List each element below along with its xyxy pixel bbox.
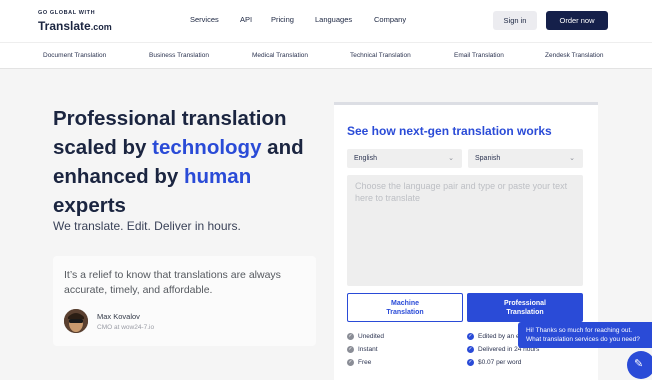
service-subnav: Document Translation Business Translatio… xyxy=(0,42,652,69)
sign-in-button[interactable]: Sign in xyxy=(493,11,537,30)
chat-icon: ✎ xyxy=(634,358,644,370)
check-circle-icon: ✓ xyxy=(347,359,354,366)
nav-services[interactable]: Services xyxy=(190,15,219,24)
testimonial-role: CMO at wow24-7.io xyxy=(97,324,155,331)
logo-suffix: .com xyxy=(90,22,112,32)
hero-title-highlight: technology xyxy=(152,136,262,159)
logo-tagline: GO GLOBAL WITH xyxy=(38,10,96,16)
site-logo[interactable]: GO GLOBAL WITH Translate.com xyxy=(38,10,112,35)
logo-name: Translate xyxy=(38,19,91,33)
chat-greeting-line: Hi! Thanks so much for reaching out. xyxy=(526,327,633,334)
nav-api[interactable]: API xyxy=(240,15,252,24)
check-circle-icon: ✓ xyxy=(467,346,474,353)
pro-label-line-1: Professional xyxy=(503,299,546,307)
check-circle-icon: ✓ xyxy=(467,359,474,366)
nav-languages[interactable]: Languages xyxy=(315,15,352,24)
subnav-business-translation[interactable]: Business Translation xyxy=(149,52,209,59)
source-language-value: English xyxy=(354,155,377,162)
hero-title-part: experts xyxy=(53,194,126,217)
nav-company[interactable]: Company xyxy=(374,15,406,24)
machine-label-line-2: Translation xyxy=(386,308,424,316)
machine-label-line-1: Machine xyxy=(390,299,419,307)
subnav-document-translation[interactable]: Document Translation xyxy=(43,52,106,59)
pro-label-line-2: Translation xyxy=(506,308,544,316)
chevron-down-icon: ⌄ xyxy=(448,155,454,162)
target-language-select[interactable]: Spanish ⌄ xyxy=(468,149,583,168)
chat-launcher-button[interactable]: ✎ xyxy=(627,351,652,379)
nav-pricing[interactable]: Pricing xyxy=(271,15,294,24)
testimonial-name: Max Kovalov xyxy=(97,312,140,321)
check-circle-icon: ✓ xyxy=(347,333,354,340)
hero-title: Professional translation scaled by techn… xyxy=(53,104,328,220)
chevron-down-icon: ⌄ xyxy=(569,155,575,162)
check-circle-icon: ✓ xyxy=(467,333,474,340)
avatar xyxy=(64,309,88,333)
professional-translation-button[interactable]: Professional Translation xyxy=(467,293,583,322)
subnav-medical-translation[interactable]: Medical Translation xyxy=(252,52,308,59)
source-text-input[interactable] xyxy=(347,175,583,286)
chat-greeting-bubble[interactable]: Hi! Thanks so much for reaching out. Wha… xyxy=(518,322,652,348)
testimonial-quote: It’s a relief to know that translations … xyxy=(64,269,281,296)
widget-title: See how next-gen translation works xyxy=(347,124,552,138)
hero-title-highlight: human xyxy=(184,165,252,188)
order-now-button[interactable]: Order now xyxy=(546,11,608,30)
machine-translation-button[interactable]: Machine Translation xyxy=(347,293,463,322)
hero-subtitle: We translate. Edit. Deliver in hours. xyxy=(53,219,241,233)
subnav-technical-translation[interactable]: Technical Translation xyxy=(350,52,411,59)
source-language-select[interactable]: English ⌄ xyxy=(347,149,462,168)
subnav-zendesk-translation[interactable]: Zendesk Translation xyxy=(545,52,604,59)
chat-greeting-line: What translation services do you need? xyxy=(526,336,640,343)
subnav-email-translation[interactable]: Email Translation xyxy=(454,52,504,59)
target-language-value: Spanish xyxy=(475,155,501,162)
check-circle-icon: ✓ xyxy=(347,346,354,353)
top-navigation-bar: GO GLOBAL WITH Translate.com Services AP… xyxy=(0,0,652,42)
testimonial-card: It’s a relief to know that translations … xyxy=(53,256,316,346)
